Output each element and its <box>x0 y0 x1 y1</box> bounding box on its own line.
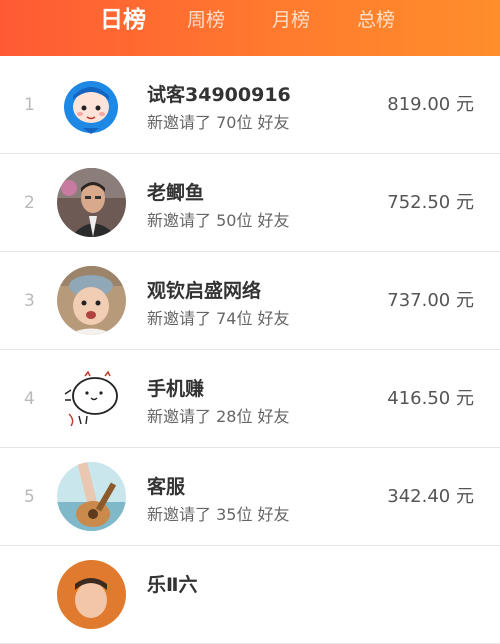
rank-number: 2 <box>24 193 35 213</box>
tab-monthly[interactable]: 月榜 <box>272 0 310 56</box>
reward-amount: 342.40 元 <box>387 486 474 507</box>
user-name: 客服 <box>147 476 186 498</box>
ranking-row[interactable]: 1 试客34900916 新邀请了 70位 好友 819.00 元 <box>0 56 500 154</box>
ranking-tab-bar: 日榜 周榜 月榜 总榜 <box>0 0 500 56</box>
ranking-list: 1 试客34900916 新邀请了 70位 好友 819.00 元 2 老鲫鱼 … <box>0 56 500 644</box>
user-name: 手机赚 <box>147 378 205 400</box>
user-name: 老鲫鱼 <box>147 182 205 204</box>
reward-amount: 752.50 元 <box>387 192 474 213</box>
tab-weekly[interactable]: 周榜 <box>187 0 225 56</box>
user-name: 观钦启盛网络 <box>147 280 262 302</box>
invite-count: 新邀请了 74位 好友 <box>147 309 290 328</box>
avatar <box>57 364 126 433</box>
ranking-row[interactable]: 3 观钦启盛网络 新邀请了 74位 好友 737.00 元 <box>0 252 500 350</box>
invite-count: 新邀请了 35位 好友 <box>147 505 290 524</box>
avatar <box>57 560 126 629</box>
tab-total[interactable]: 总榜 <box>357 0 395 56</box>
invite-count: 新邀请了 28位 好友 <box>147 407 290 426</box>
tab-daily[interactable]: 日榜 <box>100 0 146 56</box>
rank-number: 3 <box>24 291 35 311</box>
avatar <box>57 462 126 531</box>
invite-count: 新邀请了 70位 好友 <box>147 113 290 132</box>
ranking-row[interactable]: 2 老鲫鱼 新邀请了 50位 好友 752.50 元 <box>0 154 500 252</box>
avatar <box>57 70 126 139</box>
ranking-row[interactable]: 乐Ⅱ六 <box>0 546 500 644</box>
rank-number: 1 <box>24 95 35 115</box>
rank-number: 5 <box>24 487 35 507</box>
invite-count: 新邀请了 50位 好友 <box>147 211 290 230</box>
avatar <box>57 168 126 237</box>
user-name: 试客34900916 <box>147 84 291 106</box>
ranking-row[interactable]: 4 手机赚 新邀请了 28位 好友 416.50 元 <box>0 350 500 448</box>
reward-amount: 416.50 元 <box>387 388 474 409</box>
rank-number: 4 <box>24 389 35 409</box>
user-name: 乐Ⅱ六 <box>147 574 198 596</box>
avatar <box>57 266 126 335</box>
reward-amount: 737.00 元 <box>387 290 474 311</box>
reward-amount: 819.00 元 <box>387 94 474 115</box>
ranking-row[interactable]: 5 客服 新邀请了 35位 好友 342.40 元 <box>0 448 500 546</box>
